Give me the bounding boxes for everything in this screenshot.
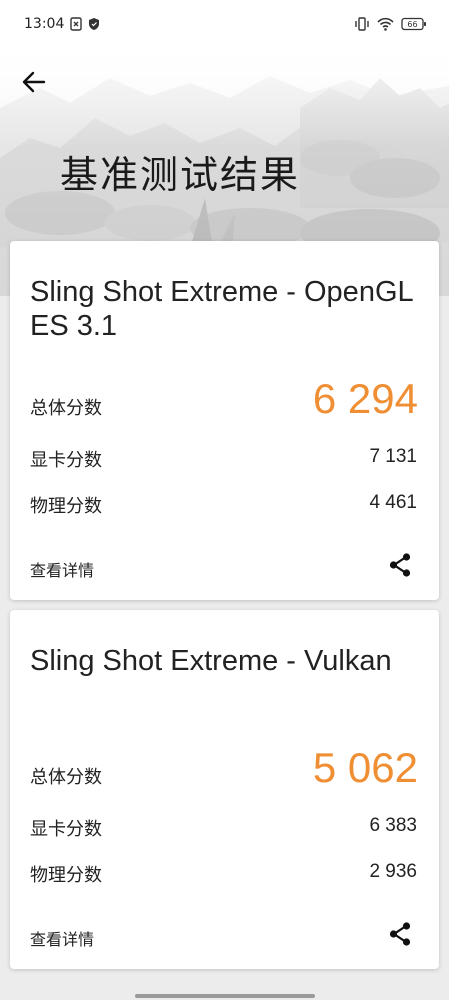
result-card: Sling Shot Extreme - OpenGL ES 3.1 总体分数 … bbox=[10, 241, 439, 600]
test-name: Sling Shot Extreme - OpenGL ES 3.1 bbox=[30, 276, 413, 342]
view-details-link[interactable]: 查看详情 bbox=[30, 557, 94, 581]
share-icon bbox=[389, 922, 411, 946]
overall-score-label: 总体分数 bbox=[30, 398, 102, 419]
physics-score-label: 物理分数 bbox=[30, 496, 102, 517]
share-button[interactable] bbox=[385, 550, 415, 580]
status-bar: 13:04 66 bbox=[0, 0, 449, 48]
vibrate-icon bbox=[354, 17, 370, 31]
physics-score-label: 物理分数 bbox=[30, 865, 102, 886]
share-icon bbox=[389, 553, 411, 577]
notification-icon bbox=[70, 17, 83, 31]
graphics-score-value: 6 383 bbox=[369, 815, 417, 836]
share-button[interactable] bbox=[385, 919, 415, 949]
view-details-link[interactable]: 查看详情 bbox=[30, 926, 94, 950]
test-name: Sling Shot Extreme - Vulkan bbox=[30, 645, 392, 677]
graphics-score-value: 7 131 bbox=[369, 446, 417, 467]
graphics-score-label: 显卡分数 bbox=[30, 819, 102, 840]
back-button[interactable] bbox=[14, 62, 54, 102]
battery-level: 66 bbox=[407, 20, 417, 29]
status-left: 13:04 bbox=[24, 16, 100, 32]
overall-score-label: 总体分数 bbox=[30, 767, 102, 788]
arrow-left-icon bbox=[22, 71, 46, 93]
page-title: 基准测试结果 bbox=[60, 153, 301, 197]
wifi-icon bbox=[377, 17, 394, 31]
graphics-score-label: 显卡分数 bbox=[30, 450, 102, 471]
battery-icon: 66 bbox=[401, 17, 427, 31]
overall-score-value: 6 294 bbox=[312, 375, 418, 422]
result-card: Sling Shot Extreme - Vulkan 总体分数 5 062 显… bbox=[10, 610, 439, 969]
physics-score-value: 4 461 bbox=[369, 492, 417, 513]
status-right: 66 bbox=[354, 17, 427, 31]
physics-score-value: 2 936 bbox=[369, 861, 417, 882]
status-time: 13:04 bbox=[24, 16, 65, 32]
shield-icon bbox=[88, 17, 100, 31]
overall-score-value: 5 062 bbox=[312, 744, 418, 791]
gesture-nav-handle[interactable] bbox=[135, 994, 315, 998]
